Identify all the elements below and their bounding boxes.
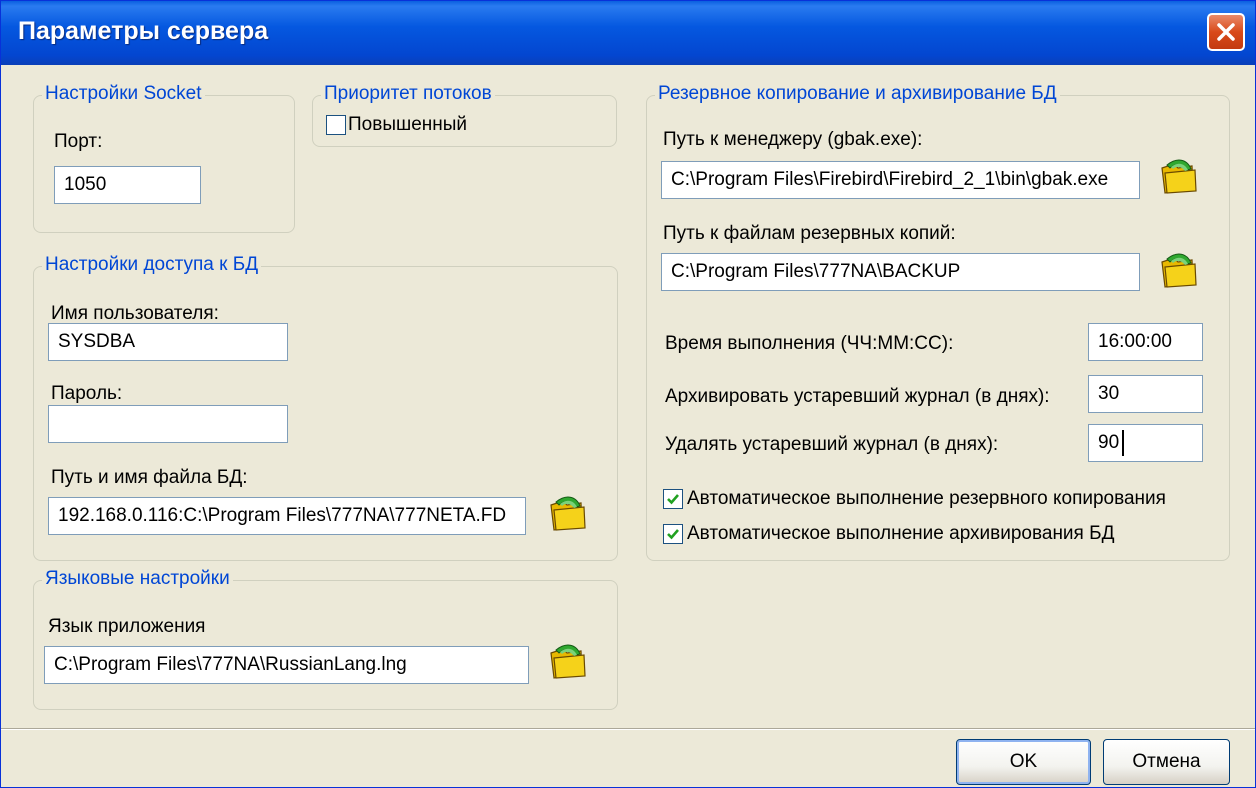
text-caret [1122,430,1124,456]
footer-divider [1,728,1255,730]
backup-legend: Резервное копирование и архивирование БД [655,83,1060,105]
username-label: Имя пользователя: [51,303,219,324]
language-folder-open-icon[interactable] [546,640,590,684]
port-input[interactable]: 1050 [54,166,201,204]
elevated-priority-label: Повышенный [348,114,468,135]
password-label: Пароль: [51,383,123,404]
backup-path-label: Путь к файлам резервных копий: [663,223,956,244]
db-path-input[interactable]: 192.168.0.116:C:\Program Files\777NA\777… [48,497,526,535]
gbak-path-input[interactable]: C:\Program Files\Firebird\Firebird_2_1\b… [661,161,1140,199]
auto-archive-checkbox[interactable] [663,524,683,544]
socket-settings-legend: Настройки Socket [42,83,205,105]
cancel-button[interactable]: Отмена [1103,739,1230,785]
title-bar[interactable]: Параметры сервера [1,1,1255,65]
run-time-label: Время выполнения (ЧЧ:ММ:СС): [665,333,954,354]
app-language-input[interactable]: C:\Program Files\777NA\RussianLang.lng [44,646,529,684]
backup-path-input[interactable]: C:\Program Files\777NA\BACKUP [661,253,1140,291]
password-input[interactable] [48,405,288,443]
gbak-path-label: Путь к менеджеру (gbak.exe): [663,129,923,150]
checkmark-icon [667,494,679,505]
language-legend: Языковые настройки [42,568,233,590]
auto-backup-checkbox[interactable] [663,489,683,509]
gbak-path-folder-open-icon[interactable] [1157,155,1201,199]
auto-backup-label: Автоматическое выполнение резервного коп… [687,488,1166,509]
delete-days-input[interactable]: 90 [1088,424,1203,462]
socket-settings-group: Настройки Socket [33,83,295,233]
archive-days-label: Архивировать устаревший журнал (в днях): [665,386,1050,407]
close-button[interactable] [1207,13,1245,51]
ok-button[interactable]: OK [956,739,1091,785]
language-group: Языковые настройки [33,568,618,710]
db-path-label: Путь и имя файла БД: [51,467,248,488]
backup-path-folder-open-icon[interactable] [1157,249,1201,293]
archive-days-input[interactable]: 30 [1088,375,1203,413]
window-title: Параметры сервера [18,17,269,45]
auto-archive-label: Автоматическое выполнение архивирования … [687,523,1115,544]
db-access-legend: Настройки доступа к БД [42,254,262,276]
port-label: Порт: [54,131,103,152]
run-time-input[interactable]: 16:00:00 [1088,323,1203,361]
close-icon [1217,23,1235,41]
checkmark-icon [667,529,679,540]
server-settings-dialog: Параметры сервера Настройки Socket Порт:… [0,0,1256,788]
elevated-priority-checkbox[interactable] [326,115,346,135]
db-path-folder-open-icon[interactable] [546,492,590,536]
delete-days-label: Удалять устаревший журнал (в днях): [665,434,999,455]
app-language-label: Язык приложения [48,616,206,637]
username-input[interactable]: SYSDBA [48,323,288,361]
thread-priority-legend: Приоритет потоков [321,83,495,105]
